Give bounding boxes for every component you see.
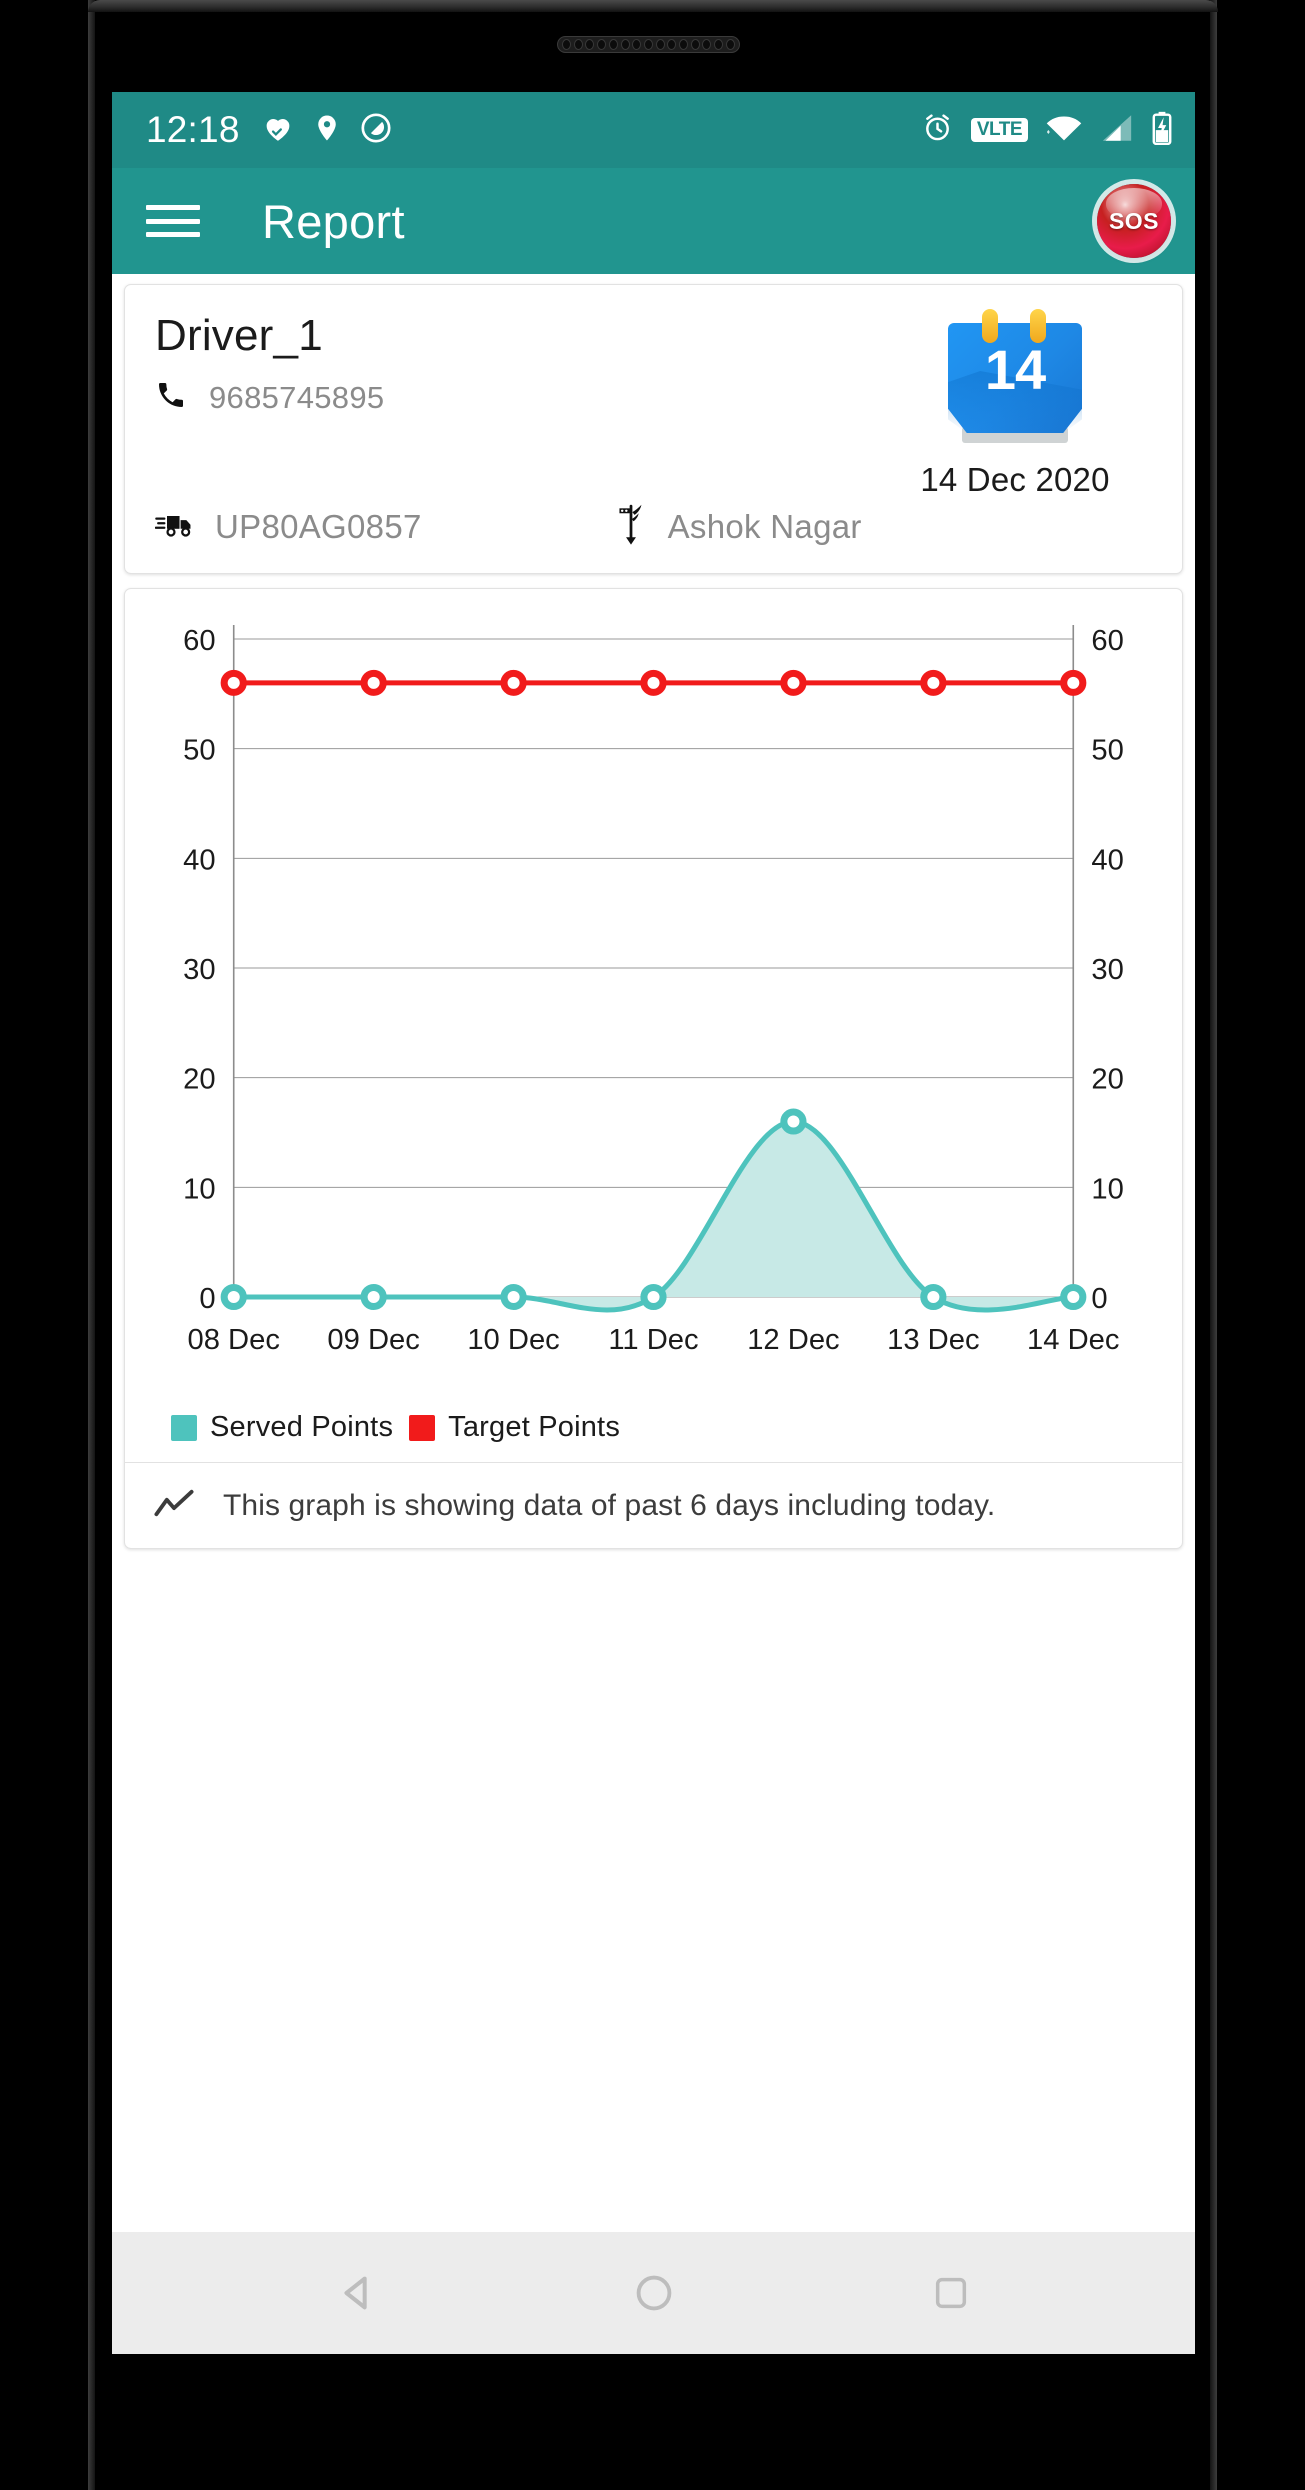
report-date-block[interactable]: 14 14 Dec 2020 — [900, 307, 1130, 499]
chart-axes — [232, 625, 1075, 1297]
chart-footer-note: This graph is showing data of past 6 day… — [125, 1462, 1182, 1548]
recents-square-icon[interactable] — [903, 2245, 999, 2341]
page-title: Report — [262, 194, 405, 248]
status-bar: 12:18 V⁠LTE — [112, 92, 1195, 168]
legend-swatch-target — [409, 1414, 436, 1441]
svg-text:14 Dec: 14 Dec — [1027, 1324, 1119, 1356]
svg-text:10 Dec: 10 Dec — [467, 1324, 559, 1356]
svg-text:0: 0 — [199, 1283, 215, 1315]
svg-text:13 Dec: 13 Dec — [887, 1324, 979, 1356]
svg-text:50: 50 — [1091, 735, 1123, 767]
svg-text:40: 40 — [183, 844, 215, 876]
chart-y-axis-left-labels: 0 10 20 30 40 50 60 — [183, 625, 215, 1315]
legend-item-target: Target Points — [409, 1411, 620, 1444]
driver-phone-number: 9685745895 — [209, 379, 385, 415]
legend-item-served: Served Points — [171, 1411, 393, 1444]
svg-text:60: 60 — [183, 625, 215, 657]
svg-text:20: 20 — [1091, 1064, 1123, 1096]
alarm-clock-icon — [921, 111, 954, 149]
svg-text:60: 60 — [1091, 625, 1123, 657]
svg-text:30: 30 — [183, 954, 215, 986]
chart-legend: Served Points Target Points — [125, 1407, 1182, 1462]
wifi-icon — [1045, 113, 1083, 148]
chart-footer-text: This graph is showing data of past 6 day… — [223, 1488, 996, 1522]
chart-area[interactable]: 0 10 20 30 40 50 60 0 10 20 30 40 50 60 08 Dec 09 Dec… — [125, 607, 1182, 1407]
vehicle-location-row: UP80AG0857 Ashok Nagar — [154, 502, 1152, 551]
svg-text:10: 10 — [183, 1173, 215, 1205]
calendar-day-number: 14 — [984, 338, 1046, 401]
svg-text:30: 30 — [1091, 954, 1123, 986]
app-bar: Report SOS — [112, 168, 1195, 274]
legend-swatch-served — [171, 1414, 197, 1441]
hamburger-menu-icon[interactable] — [146, 199, 200, 243]
status-bar-notification-icons — [261, 111, 393, 150]
device-bezel-left — [88, 0, 95, 2490]
svg-text:11 Dec: 11 Dec — [608, 1324, 698, 1356]
svg-text:08 Dec: 08 Dec — [187, 1324, 279, 1356]
svg-text:40: 40 — [1091, 844, 1123, 876]
status-bar-system-icons: V⁠LTE — [921, 111, 1173, 150]
vehicle-number: UP80AG0857 — [215, 507, 422, 545]
phone-screen: 12:18 V⁠LTE — [112, 92, 1195, 2354]
vehicle-info: UP80AG0857 — [154, 507, 614, 546]
report-date-label: 14 Dec 2020 — [920, 461, 1110, 498]
privacy-shield-icon — [359, 111, 393, 150]
legend-label-served: Served Points — [210, 1411, 394, 1443]
phone-icon — [155, 379, 187, 416]
svg-text:0: 0 — [1091, 1283, 1107, 1315]
main-content: Driver_1 9685745895 14 14 Dec 2020 UP80A… — [112, 284, 1195, 2242]
svg-text:12 Dec: 12 Dec — [747, 1324, 839, 1356]
chart-x-axis-labels: 08 Dec 09 Dec 10 Dec 11 Dec 12 Dec 13 Dec 14 D… — [187, 1324, 1119, 1356]
sos-button[interactable]: SOS — [1097, 184, 1171, 258]
device-bezel-right — [1210, 0, 1217, 2490]
driver-info-card: Driver_1 9685745895 14 14 Dec 2020 UP80A… — [124, 284, 1183, 574]
chart-y-axis-right-labels: 0 10 20 30 40 50 60 — [1091, 625, 1123, 1315]
location-name: Ashok Nagar — [667, 507, 862, 545]
legend-label-target: Target Points — [448, 1411, 621, 1443]
calendar-icon: 14 — [940, 309, 1090, 443]
volte-icon: V⁠LTE — [970, 118, 1028, 142]
status-bar-clock: 12:18 — [146, 109, 240, 150]
location-info: Ashok Nagar — [614, 502, 862, 551]
back-triangle-icon[interactable] — [309, 2245, 405, 2341]
android-navigation-bar — [112, 2232, 1195, 2354]
svg-text:20: 20 — [183, 1064, 215, 1096]
chart-series — [220, 669, 1087, 1313]
device-frame: 12:18 V⁠LTE — [0, 0, 1305, 2490]
trend-line-icon — [153, 1487, 195, 1524]
svg-text:09 Dec: 09 Dec — [327, 1324, 419, 1356]
svg-text:10: 10 — [1091, 1173, 1123, 1205]
signpost-icon — [614, 502, 648, 551]
home-circle-icon[interactable] — [606, 2245, 702, 2341]
svg-text:50: 50 — [183, 735, 215, 767]
heart-pulse-icon — [261, 111, 295, 150]
battery-charging-icon — [1151, 111, 1173, 150]
location-pin-icon — [312, 111, 342, 150]
sos-button-label: SOS — [1108, 207, 1160, 234]
report-chart-card: 0 10 20 30 40 50 60 0 10 20 30 40 50 60 08 Dec 09 Dec… — [124, 588, 1183, 1549]
earpiece-speaker-grille — [557, 36, 740, 53]
device-bezel-top — [88, 0, 1218, 12]
report-line-chart[interactable]: 0 10 20 30 40 50 60 0 10 20 30 40 50 60 08 Dec 09 Dec… — [125, 607, 1182, 1407]
cellular-signal-icon — [1100, 113, 1134, 148]
truck-icon — [154, 509, 195, 544]
chart-gridlines — [233, 638, 1074, 1298]
